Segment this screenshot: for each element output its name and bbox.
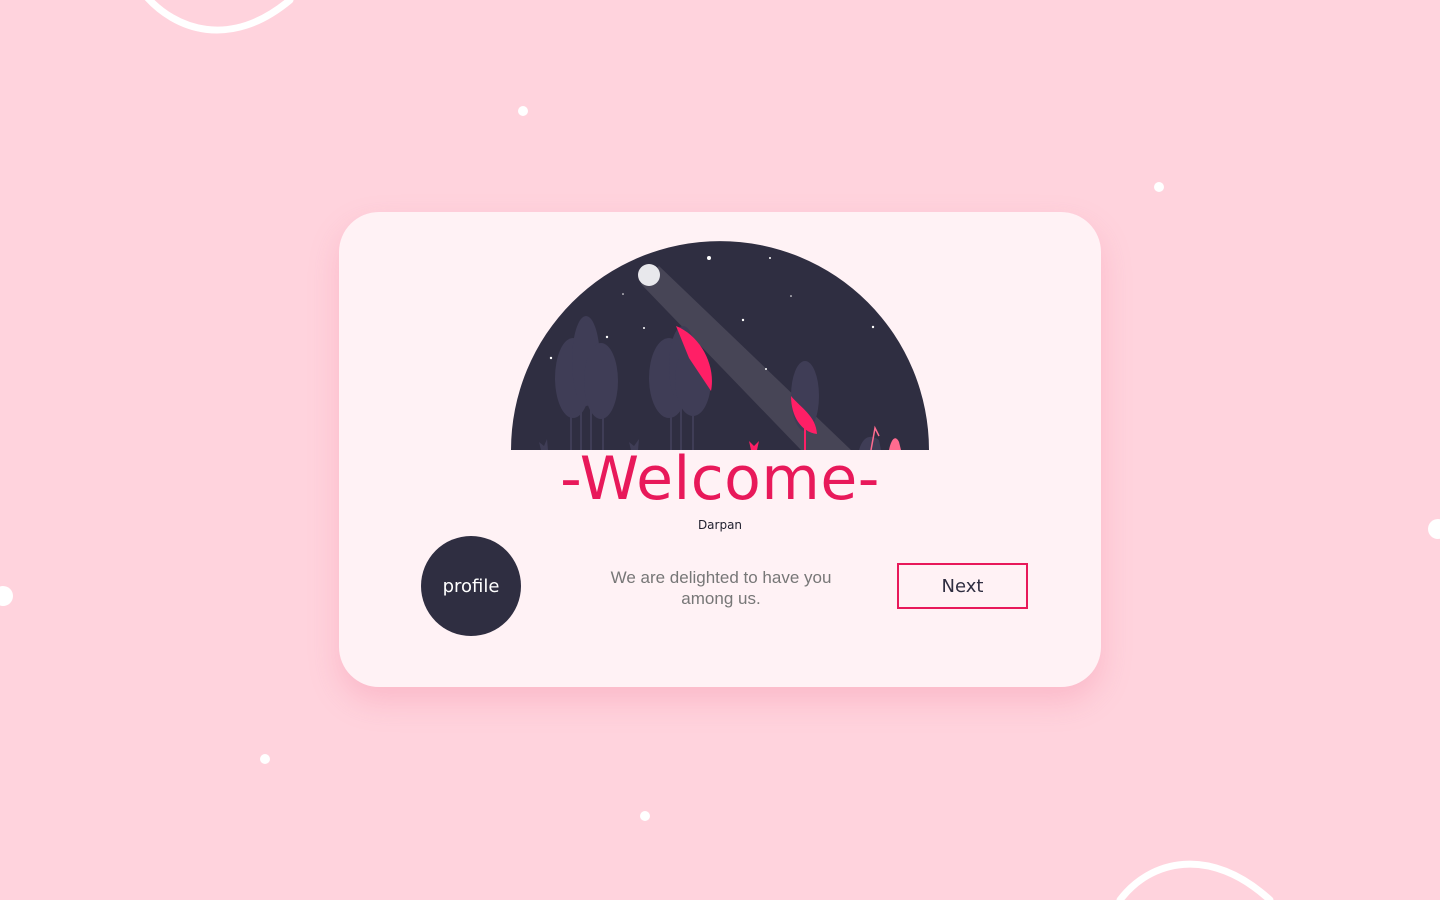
dot-large <box>0 586 13 606</box>
dot <box>518 106 528 116</box>
welcome-card: -Welcome- Darpan profile We are delighte… <box>339 212 1101 687</box>
dot <box>260 754 270 764</box>
dot <box>1154 182 1164 192</box>
dot <box>640 811 650 821</box>
welcome-message: We are delighted to have you among us. <box>610 568 832 608</box>
next-button[interactable]: Next <box>897 563 1028 609</box>
moon-icon <box>638 264 660 286</box>
profile-button[interactable]: profile <box>421 536 521 636</box>
welcome-title: -Welcome- <box>560 444 880 514</box>
night-forest-illustration <box>511 241 929 450</box>
dot-large <box>1428 519 1440 539</box>
wave-line-bottom <box>1116 860 1274 900</box>
wave-line-top <box>144 0 294 34</box>
user-name: Darpan <box>697 518 743 532</box>
